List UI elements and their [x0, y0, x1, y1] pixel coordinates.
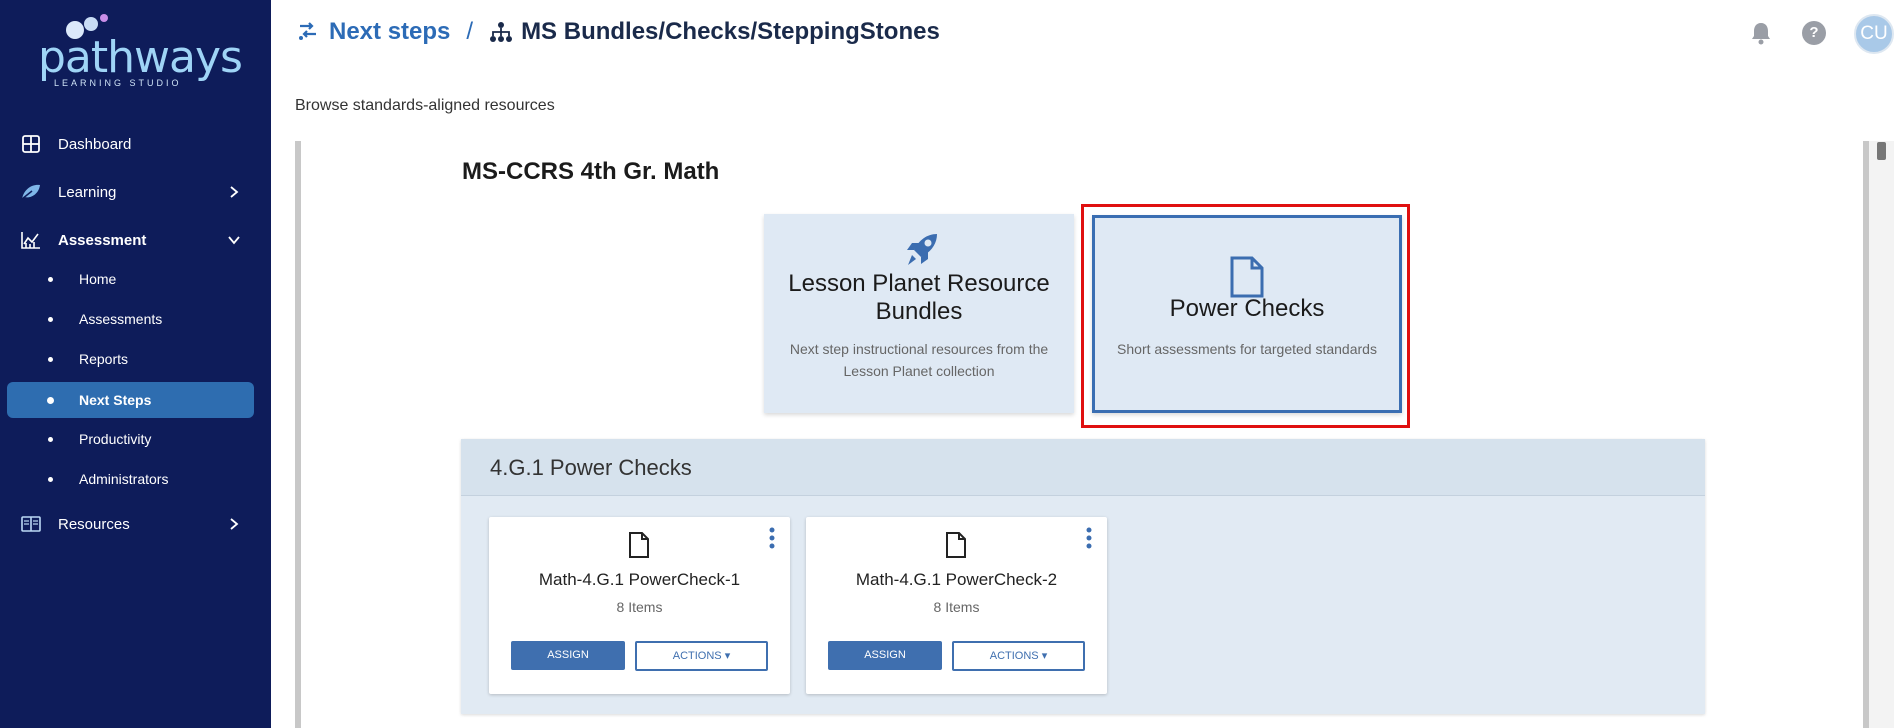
power-checks-section: 4.G.1 Power Checks Math-4.G.1 PowerCheck…	[461, 439, 1705, 714]
sidebar-subitem-reports[interactable]: Reports	[7, 341, 254, 377]
bullet	[48, 436, 53, 442]
breadcrumb-separator: /	[466, 18, 474, 45]
breadcrumb: Next steps / MS Bundles/Checks/SteppingS…	[297, 18, 940, 46]
bundle-title: Lesson Planet Resource Bundles	[788, 270, 1050, 325]
bullet	[48, 356, 53, 362]
power-check-title: Math-4.G.1 PowerCheck-1	[538, 570, 741, 589]
sidebar-item-label: Dashboard	[58, 135, 132, 153]
kebab-menu-icon[interactable]	[768, 527, 776, 549]
rocket-icon	[907, 234, 937, 265]
sidebar-item-label: Assessment	[58, 231, 147, 249]
sidebar-subitem-label: Next Steps	[79, 392, 152, 408]
standard-title: MS-CCRS 4th Gr. Math	[462, 158, 720, 185]
assign-button[interactable]: ASSIGN	[828, 641, 942, 670]
chart-line-icon	[20, 229, 42, 251]
sidebar: pathways LEARNING STUDIO Dashboard Learn…	[0, 0, 271, 728]
sidebar-item-resources[interactable]: Resources	[0, 504, 271, 544]
sidebar-item-dashboard[interactable]: Dashboard	[0, 124, 271, 164]
chevron-down-icon	[228, 236, 240, 245]
actions-dropdown-button[interactable]: ACTIONS ▾	[952, 641, 1085, 671]
document-icon	[946, 532, 966, 558]
sidebar-item-label: Learning	[58, 183, 117, 201]
sidebar-item-assessment[interactable]: Assessment	[0, 220, 271, 260]
logo-word: pathways	[38, 32, 243, 83]
section-header: 4.G.1 Power Checks	[461, 439, 1705, 496]
sidebar-subitem-label: Productivity	[79, 431, 152, 447]
page-header: Next steps / MS Bundles/Checks/SteppingS…	[271, 0, 1894, 66]
bullet	[47, 396, 54, 404]
sidebar-subitem-label: Assessments	[79, 311, 163, 327]
power-check-card[interactable]: Math-4.G.1 PowerCheck-2 8 Items ASSIGN A…	[806, 517, 1107, 694]
page-subtitle: Browse standards-aligned resources	[295, 97, 555, 114]
power-check-card[interactable]: Math-4.G.1 PowerCheck-1 8 Items ASSIGN A…	[489, 517, 790, 694]
hierarchy-icon	[490, 22, 513, 42]
bell-icon[interactable]	[1748, 20, 1774, 46]
sidebar-subitem-label: Reports	[79, 351, 129, 367]
dashboard-grid-icon	[20, 133, 42, 155]
section-title: 4.G.1 Power Checks	[490, 455, 692, 480]
document-icon	[1230, 256, 1264, 298]
sidebar-subitem-productivity[interactable]: Productivity	[7, 421, 254, 457]
bundle-title: Power Checks	[1169, 295, 1325, 322]
power-check-title: Math-4.G.1 PowerCheck-2	[855, 570, 1058, 589]
sidebar-subitem-home[interactable]: Home	[7, 261, 254, 297]
leaf-icon	[20, 181, 42, 203]
sidebar-subitem-next-steps[interactable]: Next Steps	[7, 382, 254, 418]
book-icon	[20, 513, 42, 535]
sidebar-subitem-assessments[interactable]: Assessments	[7, 301, 254, 337]
sidebar-subitem-label: Administrators	[79, 471, 169, 487]
logo-subtitle: LEARNING STUDIO	[54, 78, 182, 88]
chevron-right-icon	[230, 518, 239, 530]
avatar[interactable]: CU	[1854, 14, 1894, 54]
breadcrumb-current: MS Bundles/Checks/SteppingStones	[521, 18, 940, 45]
document-icon	[629, 532, 649, 558]
sidebar-subitem-administrators[interactable]: Administrators	[7, 461, 254, 497]
breadcrumb-root[interactable]: Next steps	[329, 18, 450, 46]
bullet	[48, 476, 53, 482]
bundle-description: Next step instructional resources from t…	[789, 341, 1049, 379]
sidebar-subitem-label: Home	[79, 271, 117, 287]
assign-button[interactable]: ASSIGN	[511, 641, 625, 670]
sidebar-item-learning[interactable]: Learning	[0, 172, 271, 212]
bundle-description: Short assessments for targeted standards	[1117, 341, 1377, 357]
scrollbar[interactable]	[1869, 141, 1894, 728]
sidebar-item-label: Resources	[58, 515, 130, 533]
bullet	[48, 276, 53, 282]
item-count: 8 Items	[933, 599, 980, 615]
pathways-logo[interactable]: pathways LEARNING STUDIO	[38, 12, 243, 88]
next-steps-icon	[299, 22, 316, 40]
power-checks-card[interactable]: Power Checks Short assessments for targe…	[1092, 215, 1402, 413]
actions-dropdown-button[interactable]: ACTIONS ▾	[635, 641, 768, 671]
scrollbar-thumb[interactable]	[1877, 142, 1886, 160]
item-count: 8 Items	[616, 599, 663, 615]
help-icon[interactable]: ?	[1802, 21, 1826, 45]
kebab-menu-icon[interactable]	[1085, 527, 1093, 549]
lesson-planet-bundles-card[interactable]: Lesson Planet Resource Bundles Next step…	[764, 214, 1074, 413]
chevron-right-icon	[230, 186, 239, 198]
bullet	[48, 316, 53, 322]
